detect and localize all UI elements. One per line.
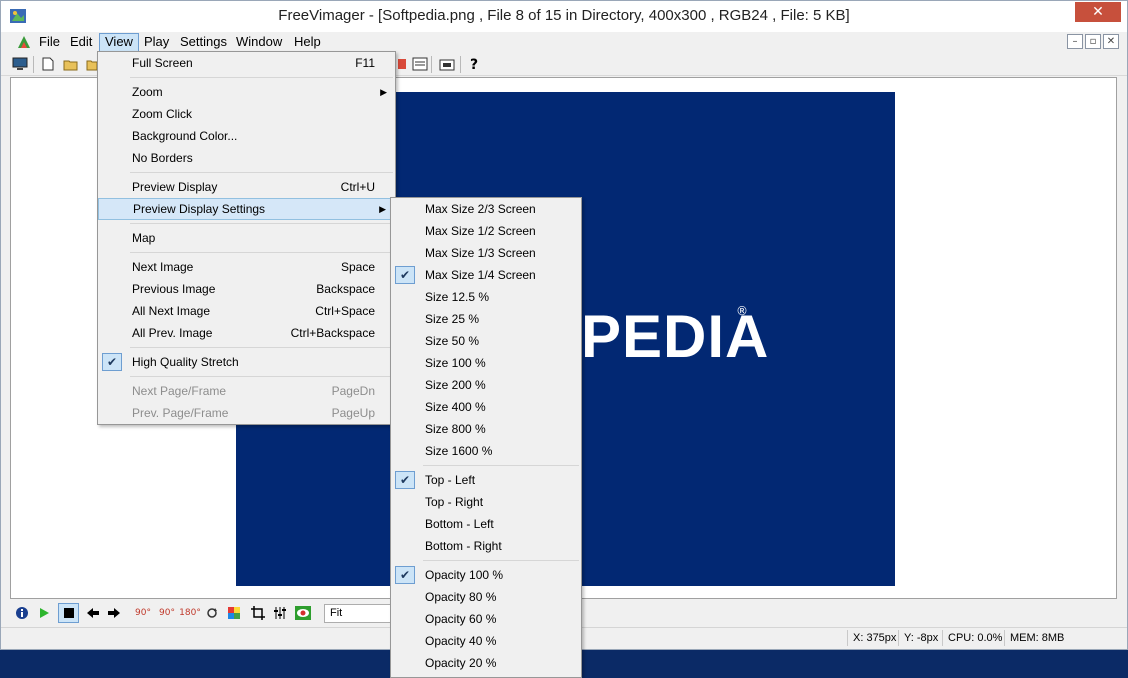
menu-item-high-quality-stretch[interactable]: ✔ High Quality Stretch bbox=[98, 351, 395, 373]
new-file-icon[interactable] bbox=[39, 55, 57, 73]
submenu-item-size-1600[interactable]: Size 1600 % bbox=[391, 440, 581, 462]
submenu-item-top-right[interactable]: Top - Right bbox=[391, 491, 581, 513]
submenu-item-opacity-20[interactable]: Opacity 20 % bbox=[391, 652, 581, 674]
menu-item-full-screen[interactable]: Full Screen F11 bbox=[98, 52, 395, 74]
properties-icon[interactable] bbox=[411, 55, 429, 73]
info-icon[interactable] bbox=[13, 604, 31, 622]
submenu-item-max-size-1-4[interactable]: ✔ Max Size 1/4 Screen bbox=[391, 264, 581, 286]
submenu-item-size-800[interactable]: Size 800 % bbox=[391, 418, 581, 440]
menu-item-prev-page-frame: Prev. Page/Frame PageUp bbox=[132, 406, 375, 420]
window-title: FreeVimager - [Softpedia.png , File 8 of… bbox=[278, 7, 850, 24]
menu-item-preview-display[interactable]: Preview Display Ctrl+U bbox=[98, 176, 395, 198]
rotate-180-icon[interactable]: 180° bbox=[179, 604, 201, 622]
svg-text:?: ? bbox=[470, 57, 478, 72]
submenu-item-opacity-60[interactable]: Opacity 60 % bbox=[391, 608, 581, 630]
mdi-controls: – ▫ ✕ bbox=[1067, 34, 1119, 49]
status-y: Y: -8px bbox=[898, 630, 938, 646]
menu-item-all-prev-image[interactable]: All Prev. Image Ctrl+Backspace bbox=[98, 322, 395, 344]
submenu-item-size-12-5[interactable]: Size 12.5 % bbox=[391, 286, 581, 308]
submenu-item-max-size-1-3[interactable]: Max Size 1/3 Screen bbox=[391, 242, 581, 264]
color-adjust-icon[interactable] bbox=[225, 604, 243, 622]
submenu-item-opacity-100[interactable]: ✔ Opacity 100 % bbox=[391, 564, 581, 586]
registered-mark: ® bbox=[736, 304, 748, 318]
menu-item-preview-display-settings[interactable]: Preview Display Settings ▶ bbox=[98, 198, 395, 220]
status-cpu: CPU: 0.0% bbox=[942, 630, 1002, 646]
submenu-arrow-icon: ▶ bbox=[380, 87, 387, 97]
submenu-item-top-left[interactable]: ✔ Top - Left bbox=[391, 469, 581, 491]
title-bar[interactable]: FreeVimager - [Softpedia.png , File 8 of… bbox=[1, 1, 1127, 32]
close-button[interactable]: ✕ bbox=[1075, 2, 1121, 22]
submenu-item-max-size-2-3[interactable]: Max Size 2/3 Screen bbox=[391, 198, 581, 220]
menu-item-map[interactable]: Map bbox=[98, 227, 395, 249]
mdi-restore-button[interactable]: ▫ bbox=[1085, 34, 1101, 49]
screen-capture-icon[interactable] bbox=[438, 55, 456, 73]
menu-item-previous-image[interactable]: Previous Image Backspace bbox=[98, 278, 395, 300]
submenu-item-max-size-1-2[interactable]: Max Size 1/2 Screen bbox=[391, 220, 581, 242]
menu-item-next-image[interactable]: Next Image Space bbox=[98, 256, 395, 278]
zoom-select[interactable]: Fit bbox=[324, 604, 392, 623]
red-eye-icon[interactable] bbox=[294, 604, 312, 622]
crop-icon[interactable] bbox=[249, 604, 267, 622]
menu-settings[interactable]: Settings bbox=[175, 33, 232, 52]
stop-icon[interactable] bbox=[58, 603, 79, 623]
checkmark-icon: ✔ bbox=[395, 566, 415, 584]
menu-edit[interactable]: Edit bbox=[65, 33, 97, 52]
submenu-item-size-25[interactable]: Size 25 % bbox=[391, 308, 581, 330]
menu-item-zoom-click[interactable]: Zoom Click bbox=[98, 103, 395, 125]
submenu-item-bottom-right[interactable]: Bottom - Right bbox=[391, 535, 581, 557]
submenu-item-opacity-80[interactable]: Opacity 80 % bbox=[391, 586, 581, 608]
play-icon[interactable] bbox=[35, 604, 53, 622]
submenu-item-opacity-40[interactable]: Opacity 40 % bbox=[391, 630, 581, 652]
submenu-item-size-400[interactable]: Size 400 % bbox=[391, 396, 581, 418]
mdi-close-button[interactable]: ✕ bbox=[1103, 34, 1119, 49]
status-mem: MEM: 8MB bbox=[1004, 630, 1064, 646]
menu-file[interactable]: File bbox=[34, 33, 65, 52]
mdi-minimize-button[interactable]: – bbox=[1067, 34, 1083, 49]
document-icon[interactable] bbox=[16, 34, 32, 50]
preview-settings-submenu: Max Size 2/3 Screen Max Size 1/2 Screen … bbox=[390, 197, 582, 678]
rotate-right-90-icon[interactable]: 90° bbox=[156, 604, 178, 622]
menu-view[interactable]: View bbox=[99, 33, 139, 52]
menu-play[interactable]: Play bbox=[139, 33, 174, 52]
menu-window[interactable]: Window bbox=[231, 33, 287, 52]
help-icon[interactable]: ? bbox=[466, 55, 484, 73]
refresh-icon[interactable] bbox=[203, 604, 221, 622]
open-folder-icon[interactable] bbox=[62, 55, 80, 73]
view-menu: Full Screen F11 Zoom ▶ Zoom Click Backgrou… bbox=[97, 51, 396, 425]
arrow-right-icon[interactable] bbox=[105, 604, 123, 622]
submenu-item-bottom-left[interactable]: Bottom - Left bbox=[391, 513, 581, 535]
monitor-icon[interactable] bbox=[11, 55, 29, 73]
arrow-left-icon[interactable] bbox=[84, 604, 102, 622]
checkmark-icon: ✔ bbox=[395, 471, 415, 489]
submenu-item-size-50[interactable]: Size 50 % bbox=[391, 330, 581, 352]
submenu-item-size-200[interactable]: Size 200 % bbox=[391, 374, 581, 396]
menu-item-zoom[interactable]: Zoom ▶ bbox=[98, 81, 395, 103]
rotate-left-90-icon[interactable]: 90° bbox=[132, 604, 154, 622]
levels-icon[interactable] bbox=[271, 604, 289, 622]
submenu-arrow-icon: ▶ bbox=[379, 204, 386, 214]
menu-item-no-borders[interactable]: No Borders bbox=[98, 147, 395, 169]
submenu-item-size-100[interactable]: Size 100 % bbox=[391, 352, 581, 374]
checkmark-icon: ✔ bbox=[102, 353, 122, 371]
menu-item-background-color[interactable]: Background Color... bbox=[98, 125, 395, 147]
status-x: X: 375px bbox=[847, 630, 896, 646]
menu-help[interactable]: Help bbox=[289, 33, 326, 52]
menu-item-all-next-image[interactable]: All Next Image Ctrl+Space bbox=[98, 300, 395, 322]
menu-bar: File Edit View Play Settings Window Help… bbox=[1, 32, 1127, 52]
menu-item-next-page-frame: Next Page/Frame PageDn bbox=[132, 384, 375, 398]
checkmark-icon: ✔ bbox=[395, 266, 415, 284]
